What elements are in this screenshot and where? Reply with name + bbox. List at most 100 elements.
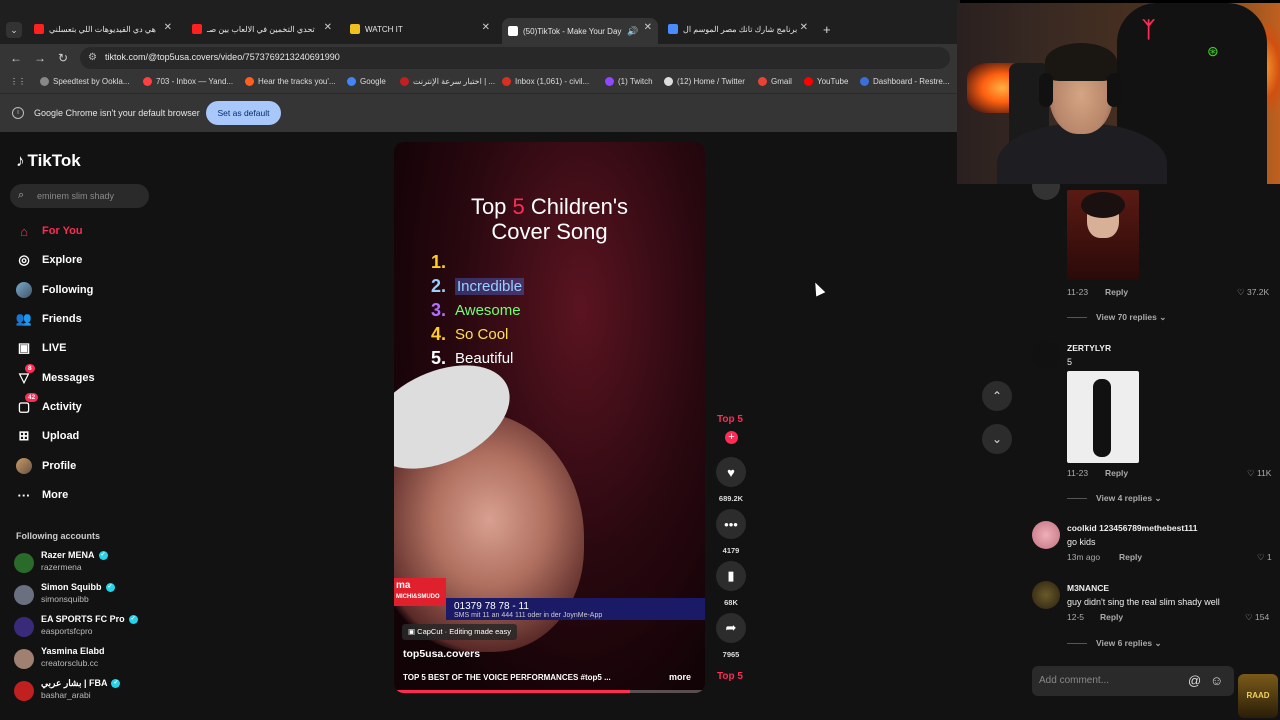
play-icon (668, 24, 678, 34)
like-action[interactable]: ♥ 689.2K (715, 457, 747, 503)
speaker-icon[interactable]: 🔊 (627, 26, 638, 37)
nav-upload[interactable]: ⊞ Upload (16, 426, 80, 446)
capcut-label[interactable]: ▣ CapCut · Editing made easy (402, 624, 517, 640)
comment-author[interactable]: ZERTYLYR (1067, 343, 1111, 353)
account-name: Razer MENA (41, 550, 95, 560)
reload-icon[interactable]: ↻ (58, 51, 68, 65)
video-player[interactable]: Top 5 Children's Cover Song 1. 2. Incredi… (394, 142, 705, 693)
share-icon[interactable]: ➦ (716, 613, 746, 643)
nav-explore[interactable]: ◎ Explore (16, 250, 82, 270)
comment-like[interactable]: ♡ 11K (1247, 468, 1271, 479)
bookmark-5[interactable]: اختبار سرعة الإنترنت | ... (400, 77, 495, 86)
avatar[interactable] (1032, 521, 1060, 549)
close-icon[interactable]: ✕ (482, 22, 490, 33)
list-item: 5. Beautiful (431, 346, 524, 370)
next-video-button[interactable]: ⌄ (982, 424, 1012, 454)
tab-4-active[interactable]: (50)TikTok - Make Your Day 🔊 ✕ (502, 18, 658, 44)
following-account[interactable]: Yasmina Elabd creatorsclub.cc (14, 646, 184, 674)
chevron-down-icon: ⌄ (1154, 493, 1162, 503)
bookmark-1[interactable]: Speedtest by Ookla... (40, 77, 130, 86)
music-tag[interactable]: Top 5 (717, 671, 743, 682)
view-replies-button[interactable]: View 4 replies ⌄ (1096, 493, 1162, 504)
close-icon[interactable]: ✕ (324, 22, 332, 33)
reply-button[interactable]: Reply (1100, 612, 1123, 622)
close-icon[interactable]: ✕ (800, 22, 808, 33)
nav-for-you[interactable]: ⌂ For You (16, 221, 82, 241)
view-replies-button[interactable]: View 70 replies ⌄ (1096, 312, 1166, 323)
avatar[interactable] (1032, 341, 1060, 369)
add-comment-input[interactable]: Add comment... @ ☺ (1032, 666, 1234, 696)
list-text: So Cool (455, 325, 509, 343)
bookmark-10[interactable]: YouTube (804, 77, 848, 86)
comment-like[interactable]: ♡ 154 (1245, 612, 1269, 623)
reply-button[interactable]: Reply (1119, 552, 1142, 562)
address-bar[interactable]: ⚙ tiktok.com/@top5usa.covers/video/75737… (80, 47, 950, 69)
creator-tag[interactable]: Top 5 (717, 414, 743, 425)
mention-icon[interactable]: @ (1188, 673, 1201, 688)
site-info-icon[interactable]: ⚙ (88, 52, 97, 63)
view-replies-button[interactable]: View 6 replies ⌄ (1096, 638, 1162, 649)
bookmark-6[interactable]: Inbox (1,061) - civil... (502, 77, 589, 86)
video-progress-bar[interactable] (394, 690, 705, 693)
following-account[interactable]: Razer MENA ✓ razermena (14, 550, 184, 578)
bookmark-9[interactable]: Gmail (758, 77, 792, 86)
close-icon[interactable]: ✕ (164, 22, 172, 33)
bookmark-4[interactable]: Google (347, 77, 386, 86)
bookmark-icon[interactable]: ▮ (716, 561, 746, 591)
forward-icon[interactable]: → (34, 51, 46, 65)
tab-5[interactable]: برنامج شارك تانك مصر الموسم ال ✕ (662, 18, 814, 40)
nav-live[interactable]: ▣ LIVE (16, 338, 67, 358)
search-input[interactable]: ⌕ eminem slim shady (10, 184, 149, 208)
speedtest-icon (40, 77, 49, 86)
comment-image[interactable] (1067, 190, 1139, 280)
reply-button[interactable]: Reply (1105, 468, 1128, 478)
following-account[interactable]: Simon Squibb ✓ simonsquibb (14, 582, 184, 610)
share-action[interactable]: ➦ 7965 (715, 613, 747, 659)
bookmark-label: Dashboard - Restre... (873, 77, 950, 86)
comment-image[interactable] (1067, 371, 1139, 463)
bookmark-2[interactable]: 703 - Inbox — Yand... (143, 77, 233, 86)
emoji-icon[interactable]: ☺ (1210, 673, 1223, 688)
comment-author[interactable]: coolkid 123456789methebest111 (1067, 523, 1197, 533)
tab-bar: ⌄ هي دي الفيديوهات اللي بتعسلني ✕ تحدي ا… (0, 0, 960, 44)
bookmark-11[interactable]: Dashboard - Restre... (860, 77, 949, 86)
google-icon (347, 77, 356, 86)
tiktok-logo[interactable]: ♪ TikTok (16, 151, 81, 171)
following-account[interactable]: EA SPORTS FC Pro ✓ easportsfcpro (14, 614, 184, 642)
following-account[interactable]: بشار عربي | FBA ✓ bashar_arabi (14, 678, 184, 706)
comment-icon[interactable]: ••• (716, 509, 746, 539)
comment-action[interactable]: ••• 4179 (715, 509, 747, 555)
apps-icon[interactable]: ⋮⋮ (10, 77, 26, 86)
video-author[interactable]: top5usa.covers (403, 648, 480, 660)
comment-like[interactable]: ♡ 1 (1257, 552, 1272, 563)
save-action[interactable]: ▮ 68K (715, 561, 747, 607)
new-tab-button[interactable]: + (823, 22, 831, 37)
tab-1[interactable]: هي دي الفيديوهات اللي بتعسلني ✕ (28, 18, 178, 40)
more-button[interactable]: more (669, 672, 691, 682)
bookmark-3[interactable]: Hear the tracks you'... (245, 77, 336, 86)
heart-icon[interactable]: ♥ (716, 457, 746, 487)
nav-profile[interactable]: Profile (16, 456, 76, 476)
previous-video-button[interactable]: ⌃ (982, 381, 1012, 411)
bookmark-8[interactable]: (12) Home / Twitter (664, 77, 745, 86)
nav-more[interactable]: ··· More (16, 485, 69, 505)
nav-friends[interactable]: 👥 Friends (16, 309, 82, 329)
bookmark-7[interactable]: (1) Twitch (605, 77, 653, 86)
back-icon[interactable]: ← (10, 51, 22, 65)
bookmark-label: اختبار سرعة الإنترنت | ... (413, 77, 496, 86)
heart-outline-icon: ♡ (1247, 468, 1257, 478)
comment-like[interactable]: ♡ 37.2K (1237, 287, 1269, 298)
follow-plus-icon[interactable]: + (725, 431, 738, 444)
tab-3[interactable]: WATCH IT ✕ (344, 18, 496, 40)
reply-button[interactable]: Reply (1105, 287, 1128, 297)
set-default-button[interactable]: Set as default (206, 101, 281, 125)
nav-activity[interactable]: ▢ 42 Activity (16, 393, 82, 417)
tab-search-button[interactable]: ⌄ (6, 22, 22, 38)
avatar[interactable] (1032, 581, 1060, 609)
nav-messages[interactable]: ▽ 8 Messages (16, 364, 95, 388)
close-icon[interactable]: ✕ (644, 22, 652, 33)
nav-following[interactable]: Following (16, 280, 93, 300)
tab-2[interactable]: تحدي التخمين في الالعاب بين صـ ✕ (186, 18, 338, 40)
comment-author[interactable]: M3NANCE (1067, 583, 1109, 593)
divider (1067, 643, 1087, 644)
